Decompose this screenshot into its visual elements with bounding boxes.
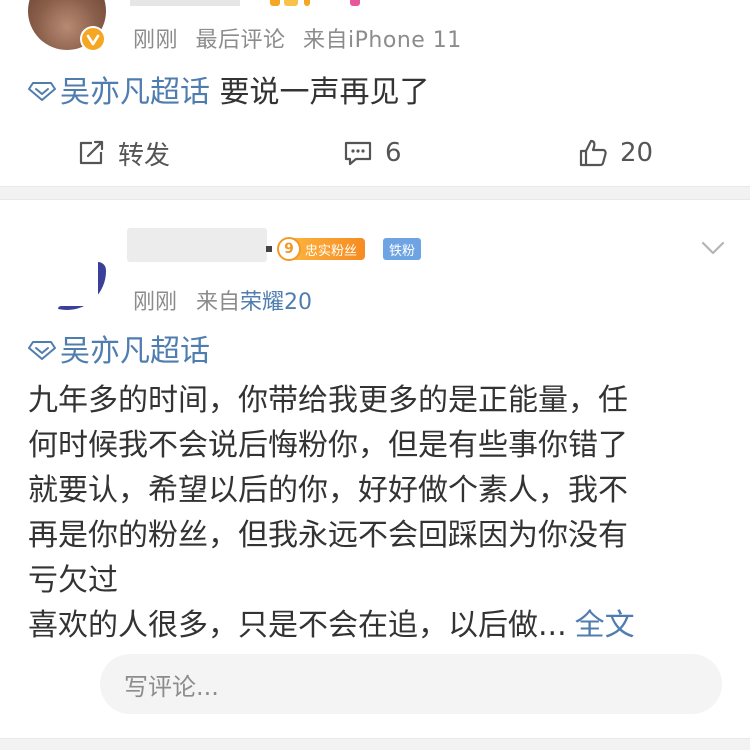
like-button[interactable]: 20 — [578, 130, 653, 176]
fan-level-number: 9 — [277, 237, 301, 261]
fan-level-label: 忠实粉丝 — [293, 238, 366, 260]
post-body-line-last: 喜欢的人很多，只是不会在追，以后做... 全文 — [28, 603, 728, 648]
comment-icon — [344, 141, 372, 166]
post-time: 刚刚 — [133, 290, 178, 315]
member-mark-decoration — [580, 0, 640, 6]
repost-label: 转发 — [118, 140, 171, 171]
supertopic-link[interactable]: 吴亦凡超话 — [28, 75, 220, 110]
post-source-device[interactable]: 荣耀20 — [240, 290, 312, 315]
username-blurred[interactable] — [130, 0, 240, 6]
feed-divider — [0, 186, 750, 200]
chevron-down-icon[interactable] — [700, 238, 726, 258]
action-bar: 转发 6 20 — [0, 130, 750, 176]
repost-icon — [79, 140, 104, 165]
post-body: 要说一声再见了 — [219, 75, 430, 110]
username-blurred[interactable] — [127, 228, 267, 262]
post-source: 来自iPhone 11 — [303, 28, 462, 53]
post-body-line: 再是你的粉丝，但我永远不会回踩因为你没有 — [28, 518, 628, 553]
post-body-line: 喜欢的人很多，只是不会在追，以后做... — [28, 608, 567, 643]
comment-count: 6 — [385, 138, 402, 168]
post-time: 刚刚 — [133, 28, 179, 53]
post-meta: 刚刚 来自荣耀20 — [133, 284, 312, 316]
supertopic-label: 吴亦凡超话 — [60, 334, 210, 369]
username-tail — [266, 246, 272, 252]
full-text-link[interactable]: 全文 — [575, 608, 635, 643]
iron-fan-badge[interactable]: 铁粉 — [383, 238, 422, 260]
repost-button[interactable]: 转发 — [76, 130, 170, 176]
supertopic-diamond-icon — [28, 340, 56, 360]
avatar[interactable] — [28, 232, 106, 310]
like-icon — [579, 139, 607, 167]
fan-level-badge[interactable]: 9 忠实粉丝 — [277, 236, 366, 262]
post-body-line: 何时候我不会说后悔粉你，但是有些事你错了 — [28, 428, 628, 463]
comment-input[interactable]: 写评论... — [100, 654, 722, 714]
supertopic-diamond-icon — [28, 81, 56, 101]
post-body-line: 就要认，希望以后的你，好好做个素人，我不 — [28, 473, 628, 508]
post-body[interactable]: 九年多的时间，你带给我更多的是正能量，任 何时候我不会说后悔粉你，但是有些事你错… — [28, 378, 728, 648]
comment-placeholder: 写评论... — [124, 672, 219, 701]
post-body-line: 九年多的时间，你带给我更多的是正能量，任 — [28, 383, 628, 418]
badge-strip-decoration — [270, 0, 360, 6]
verified-badge-icon — [80, 26, 106, 52]
post-text: 吴亦凡超话 要说一声再见了 — [28, 71, 430, 115]
post-activity: 最后评论 — [195, 28, 286, 53]
feed-divider — [0, 738, 750, 750]
post-source-prefix: 来自 — [196, 290, 241, 315]
supertopic-label: 吴亦凡超话 — [60, 75, 210, 110]
comment-button[interactable]: 6 — [343, 130, 402, 176]
like-count: 20 — [620, 138, 654, 168]
post-body-line: 亏欠过 — [28, 563, 118, 598]
supertopic-link[interactable]: 吴亦凡超话 — [28, 330, 210, 374]
post-meta: 刚刚 最后评论 来自iPhone 11 — [133, 22, 472, 54]
